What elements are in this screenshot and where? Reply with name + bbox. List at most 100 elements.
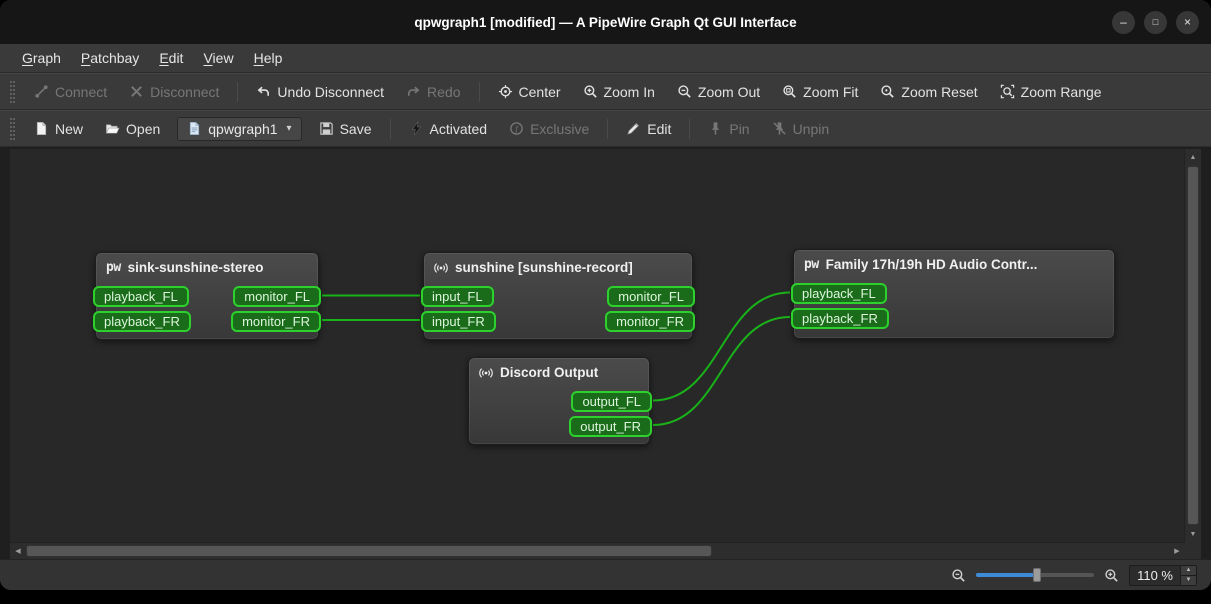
output-port[interactable]: monitor_FR: [231, 310, 321, 332]
window-controls: – □ ×: [1112, 0, 1199, 44]
menu-view[interactable]: View: [193, 46, 243, 70]
zoom-slider-handle[interactable]: [1033, 568, 1042, 582]
open-button[interactable]: Open: [96, 117, 169, 141]
zoom-in-icon: [583, 84, 598, 99]
vertical-scroll-thumb[interactable]: [1187, 166, 1199, 525]
toolbar-main: Connect Disconnect Undo Disconnect Redo Cent…: [0, 73, 1211, 110]
save-button[interactable]: Save: [310, 117, 381, 141]
zoom-spinbox[interactable]: 110 % ▲ ▼: [1129, 564, 1197, 586]
activated-button[interactable]: Activated: [400, 117, 497, 141]
zoom-slider[interactable]: [976, 566, 1095, 584]
combo-value: qpwgraph1: [208, 120, 278, 137]
zoom-spin-buttons: ▲ ▼: [1180, 565, 1196, 585]
new-icon: [34, 121, 49, 136]
button-label: Activated: [429, 120, 488, 137]
menu-help[interactable]: Help: [244, 46, 293, 70]
undo-disconnect-button[interactable]: Undo Disconnect: [247, 80, 393, 104]
close-button[interactable]: ×: [1176, 10, 1199, 34]
titlebar[interactable]: qpwgraph1 [modified] — A PipeWire Graph …: [0, 0, 1211, 44]
menu-patchbay[interactable]: Patchbay: [71, 46, 149, 70]
graph-node-sink-sunshine-stereo[interactable]: pw sink-sunshine-stereo playback_FL playbac…: [93, 252, 321, 340]
caret-down-icon: ▾: [286, 123, 292, 134]
output-port[interactable]: output_FR: [569, 415, 652, 437]
input-port[interactable]: playback_FL: [791, 283, 887, 304]
scroll-left-icon[interactable]: ◀: [10, 543, 26, 559]
zoom-range-button[interactable]: Zoom Range: [991, 80, 1111, 104]
zoom-out-button[interactable]: Zoom Out: [668, 80, 769, 104]
new-button[interactable]: New: [25, 117, 92, 141]
input-port[interactable]: input_FL: [421, 286, 494, 307]
menu-mnemonic: H: [253, 50, 264, 66]
node-title: pw Family 17h/19h HD Audio Contr...: [794, 250, 1114, 272]
horizontal-scrollbar[interactable]: ◀ ▶: [10, 542, 1185, 559]
pin-icon: [708, 121, 723, 136]
input-port[interactable]: playback_FR: [791, 307, 889, 329]
input-port[interactable]: input_FR: [421, 310, 496, 332]
zoom-fit-icon: [782, 84, 797, 99]
patchbay-file-icon: [187, 121, 202, 136]
vertical-scrollbar[interactable]: ▲ ▼: [1184, 149, 1201, 542]
node-title-text: Discord Output: [500, 365, 599, 380]
scroll-down-icon[interactable]: ▼: [1185, 526, 1201, 542]
menu-label: raph: [32, 50, 61, 66]
media-icon: [434, 261, 448, 275]
maximize-icon: □: [1152, 16, 1159, 27]
input-port[interactable]: playback_FR: [93, 310, 191, 332]
zoom-fit-button[interactable]: Zoom Fit: [773, 80, 867, 104]
zoom-in-button[interactable]: Zoom In: [574, 80, 664, 104]
menu-mnemonic: V: [203, 50, 213, 66]
graph-node-discord-output[interactable]: Discord Output output_FL output_FR: [468, 357, 652, 445]
button-label: Zoom Range: [1020, 83, 1102, 100]
zoom-decrement-button[interactable]: ▼: [1181, 575, 1196, 585]
output-port[interactable]: monitor_FL: [233, 286, 321, 307]
pin-button[interactable]: Pin: [699, 117, 758, 141]
button-label: Undo Disconnect: [277, 83, 385, 100]
button-label: Open: [126, 120, 161, 137]
exclusive-button[interactable]: f Exclusive: [500, 117, 598, 141]
menu-edit[interactable]: Edit: [149, 46, 193, 70]
patchbay-file-selector[interactable]: qpwgraph1 ▾: [177, 116, 302, 141]
graph-node-family-17h-19h-hd-audio-contr[interactable]: pw Family 17h/19h HD Audio Contr... playba…: [791, 249, 1115, 339]
button-label: Pin: [729, 120, 750, 137]
edit-button[interactable]: Edit: [617, 117, 680, 141]
edit-icon: [626, 121, 641, 136]
toolbar-separator: [689, 118, 691, 139]
scroll-right-icon[interactable]: ▶: [1169, 543, 1185, 559]
zoom-reset-button[interactable]: Zoom Reset: [871, 80, 986, 104]
button-label: Unpin: [792, 120, 830, 137]
maximize-button[interactable]: □: [1144, 10, 1167, 34]
button-label: Zoom Out: [697, 83, 761, 100]
graph-node-sunshine-sunshine-record[interactable]: sunshine [sunshine-record] input_FL input_…: [421, 252, 695, 340]
button-label: Zoom In: [603, 83, 655, 100]
button-label: Edit: [647, 120, 672, 137]
toolbar-separator: [237, 81, 239, 102]
toolbar-drag-handle[interactable]: [10, 117, 15, 140]
activated-icon: [409, 121, 424, 136]
input-port[interactable]: playback_FL: [93, 286, 189, 307]
graph-canvas[interactable]: pw sink-sunshine-stereo playback_FL playbac…: [10, 149, 1184, 542]
redo-button[interactable]: Redo: [397, 80, 469, 104]
horizontal-scroll-thumb[interactable]: [26, 545, 712, 557]
disconnect-icon: [129, 84, 144, 99]
zoom-in-icon[interactable]: [1104, 568, 1119, 583]
menu-graph[interactable]: Graph: [12, 46, 71, 70]
zoom-value: 110 %: [1137, 567, 1173, 583]
node-title-text: sink-sunshine-stereo: [127, 260, 264, 275]
center-icon: [498, 84, 513, 99]
scroll-up-icon[interactable]: ▲: [1185, 149, 1201, 165]
node-title: Discord Output: [469, 358, 649, 380]
center-button[interactable]: Center: [489, 80, 570, 104]
button-label: Disconnect: [150, 83, 220, 100]
button-label: Zoom Fit: [803, 83, 859, 100]
zoom-out-icon[interactable]: [951, 568, 966, 583]
output-port[interactable]: monitor_FR: [605, 310, 695, 332]
zoom-reset-icon: [880, 84, 895, 99]
toolbar-drag-handle[interactable]: [10, 80, 15, 103]
disconnect-button[interactable]: Disconnect: [120, 80, 228, 104]
zoom-increment-button[interactable]: ▲: [1181, 565, 1196, 576]
unpin-button[interactable]: Unpin: [763, 117, 839, 141]
output-port[interactable]: monitor_FL: [607, 286, 695, 307]
minimize-button[interactable]: –: [1112, 10, 1135, 34]
output-port[interactable]: output_FL: [571, 391, 652, 412]
connect-button[interactable]: Connect: [25, 80, 116, 104]
